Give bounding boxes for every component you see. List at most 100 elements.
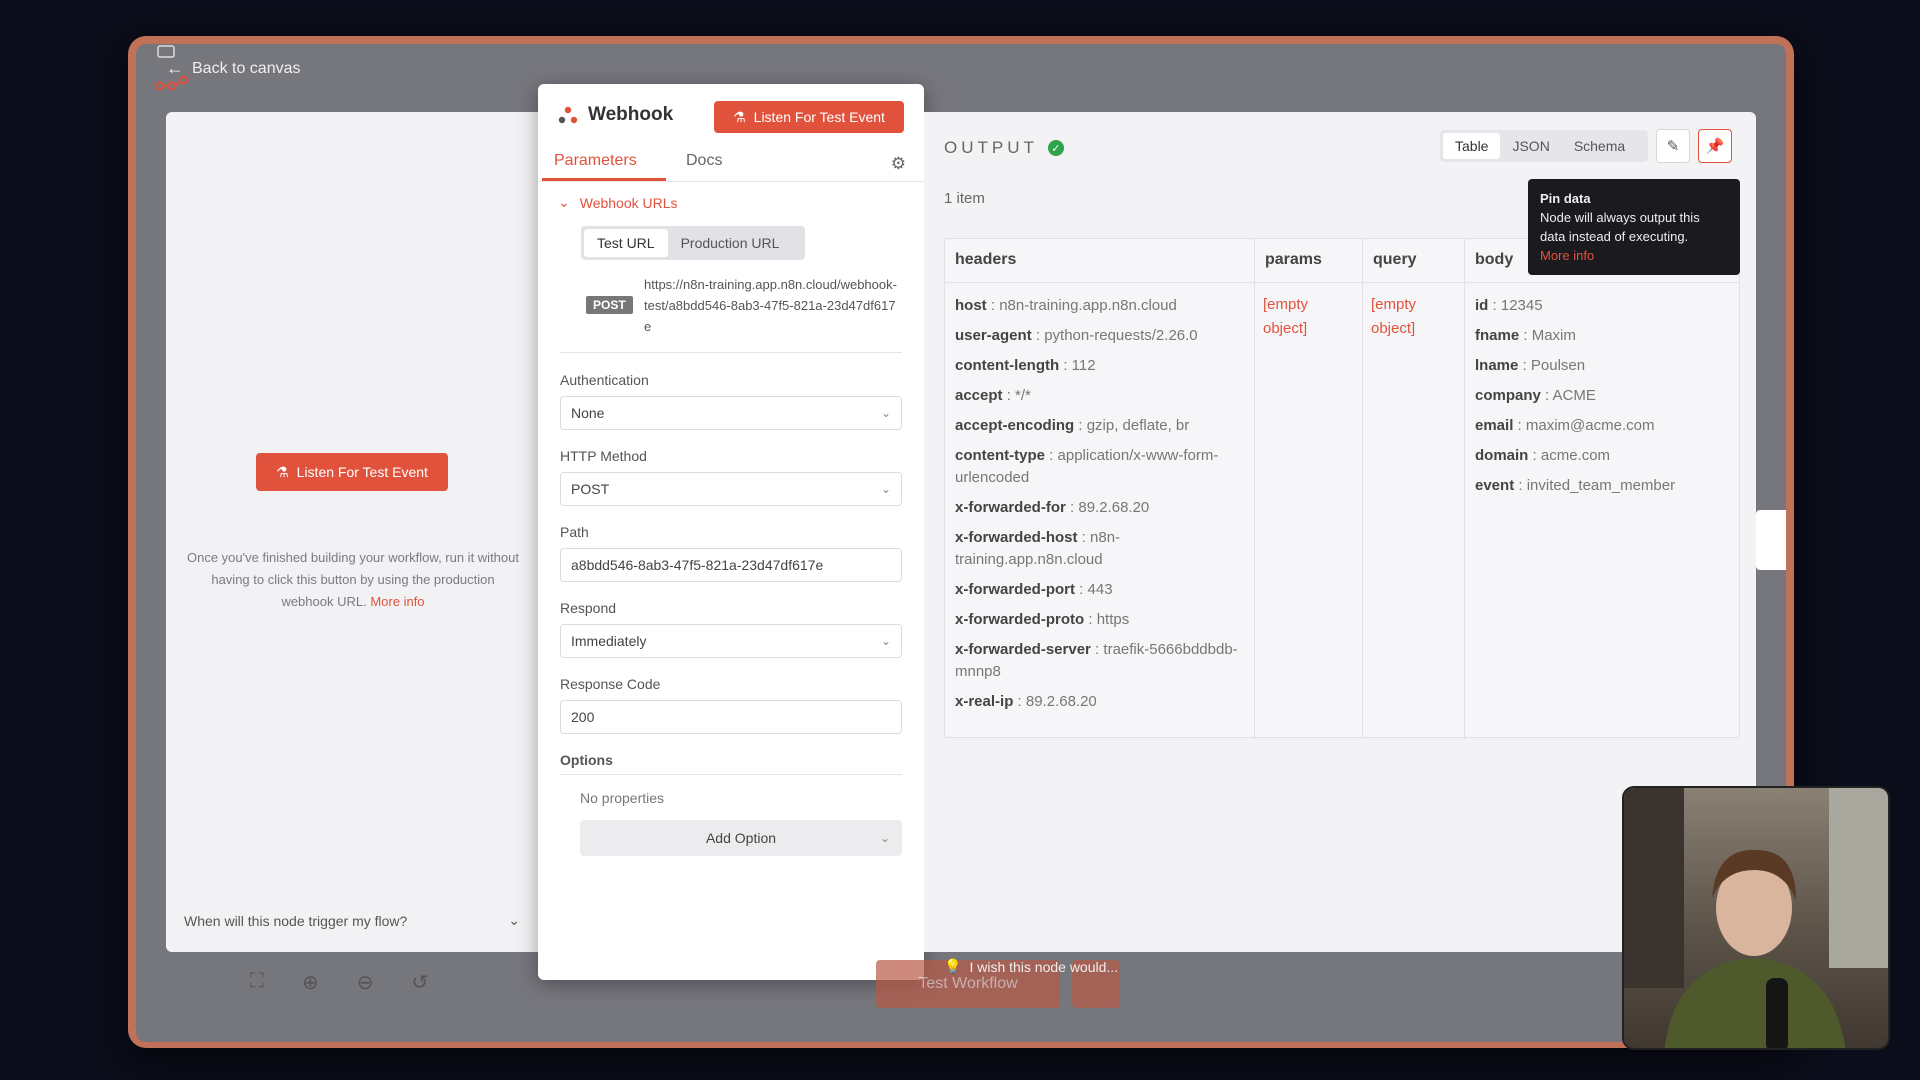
webhook-url[interactable]: https://n8n-training.app.n8n.cloud/webho…: [644, 274, 898, 337]
kv-key: fname: [1475, 327, 1520, 344]
kv-separator: :: [986, 297, 1000, 314]
kv-key: x-real-ip: [955, 693, 1014, 710]
divider: [560, 774, 902, 775]
kv-value: 112: [1071, 357, 1096, 374]
webcam-overlay: [1622, 786, 1890, 1050]
path-label: Path: [560, 524, 589, 540]
kv-row: email : maxim@acme.com: [1465, 415, 1739, 437]
url-type-switch: Test URL Production URL: [581, 226, 805, 260]
trigger-question-collapsible[interactable]: When will this node trigger my flow? ⌄: [184, 912, 520, 929]
feedback-text: I wish this node would...: [969, 958, 1119, 975]
kv-row: content-length : 112: [945, 355, 1254, 377]
more-info-link[interactable]: More info: [370, 594, 424, 609]
kv-key: domain: [1475, 447, 1529, 464]
pin-data-button[interactable]: 📌: [1698, 129, 1732, 163]
kv-value: 89.2.68.20: [1025, 693, 1097, 710]
kv-separator: :: [1488, 297, 1501, 314]
back-to-canvas-label: Back to canvas: [192, 59, 301, 77]
fit-view-icon[interactable]: ⛶: [250, 970, 264, 995]
kv-key: id: [1475, 297, 1489, 314]
trigger-question-label: When will this node trigger my flow?: [184, 912, 408, 929]
lightbulb-icon: 💡: [944, 958, 962, 974]
zoom-in-icon[interactable]: ⊕: [302, 970, 319, 995]
back-to-canvas-link[interactable]: ← Back to canvas: [166, 58, 301, 79]
query-column: query [empty object]: [1363, 239, 1465, 739]
http-method-select[interactable]: POST ⌄: [560, 472, 902, 506]
headers-list: host : n8n-training.app.n8n.cloud user-ag…: [945, 283, 1254, 713]
kv-key: accept-encoding: [955, 417, 1075, 434]
respond-select[interactable]: Immediately ⌄: [560, 624, 902, 658]
kv-row: x-forwarded-port : 443: [945, 579, 1254, 601]
listen-button-label: Listen For Test Event: [753, 109, 885, 125]
output-table: headers host : n8n-training.app.n8n.clou…: [944, 238, 1740, 739]
test-url-tab[interactable]: Test URL: [584, 229, 668, 257]
active-tab-underline: [542, 178, 666, 181]
kv-value: https: [1096, 611, 1130, 628]
kv-separator: :: [1002, 387, 1016, 404]
reset-zoom-icon[interactable]: ↺: [412, 970, 429, 995]
production-url-tab[interactable]: Production URL: [668, 229, 793, 257]
kv-key: x-forwarded-for: [955, 499, 1066, 516]
kv-separator: :: [1518, 357, 1531, 374]
path-input[interactable]: a8bdd546-8ab3-47f5-821a-23d47df617e: [560, 548, 902, 582]
kv-separator: :: [1519, 327, 1532, 344]
chevron-down-icon: ⌄: [879, 831, 890, 845]
kv-value: */*: [1015, 387, 1031, 404]
kv-separator: :: [1075, 581, 1088, 598]
view-table-button[interactable]: Table: [1443, 133, 1501, 159]
feedback-prompt[interactable]: 💡 I wish this node would...: [944, 958, 1118, 975]
divider: [560, 352, 902, 353]
response-code-label: Response Code: [560, 676, 661, 692]
view-json-button[interactable]: JSON: [1500, 133, 1561, 159]
arrow-left-icon: ←: [166, 58, 184, 78]
method-badge: POST: [586, 296, 633, 314]
kv-separator: :: [1077, 529, 1091, 546]
kv-key: host: [955, 297, 987, 314]
side-panel-edge: [1756, 510, 1786, 570]
response-code-input[interactable]: 200: [560, 700, 902, 734]
webhook-urls-toggle[interactable]: ⌄ Webhook URLs: [558, 194, 678, 211]
kv-row: domain : acme.com: [1465, 445, 1739, 467]
tab-parameters[interactable]: Parameters: [554, 152, 637, 170]
path-value: a8bdd546-8ab3-47f5-821a-23d47df617e: [571, 557, 824, 573]
listen-test-event-button-top[interactable]: ⚗ Listen For Test Event: [714, 101, 904, 133]
listen-test-event-button[interactable]: ⚗ Listen For Test Event: [256, 453, 448, 491]
tooltip-more-info-link[interactable]: More info: [1540, 246, 1728, 265]
add-option-button[interactable]: Add Option ⌄: [580, 820, 902, 856]
node-header: Webhook: [558, 104, 673, 126]
params-value: [empty object]: [1263, 296, 1309, 337]
authentication-select[interactable]: None ⌄: [560, 396, 902, 430]
kv-key: company: [1475, 387, 1541, 404]
http-method-value: POST: [571, 481, 610, 497]
kv-key: content-type: [955, 447, 1045, 464]
kv-value: Maxim: [1531, 327, 1576, 344]
gear-icon[interactable]: ⚙: [891, 154, 906, 174]
kv-row: lname : Poulsen: [1465, 355, 1739, 377]
kv-key: x-forwarded-proto: [955, 611, 1085, 628]
kv-separator: :: [1065, 499, 1079, 516]
kv-separator: :: [1528, 447, 1541, 464]
pin-data-tooltip: Pin data Node will always output this da…: [1528, 179, 1740, 275]
flask-icon: ⚗: [276, 463, 289, 480]
node-tabs: Parameters Docs ⚙: [538, 142, 924, 182]
body-list: id : 12345 fname : Maxim lname : Poulsen co…: [1465, 283, 1739, 497]
webhook-icon: [558, 106, 578, 124]
tab-docs[interactable]: Docs: [686, 152, 722, 170]
kv-value: acme.com: [1540, 447, 1611, 464]
kv-key: accept: [955, 387, 1003, 404]
webhook-urls-label: Webhook URLs: [579, 194, 678, 211]
pin-icon: 📌: [1705, 138, 1725, 155]
authentication-value: None: [571, 405, 605, 421]
pencil-icon: ✎: [1666, 138, 1680, 155]
output-header: OUTPUT ✓: [944, 138, 1064, 158]
kv-row: x-forwarded-server : traefik-5666bddbdb-…: [945, 639, 1254, 683]
edit-output-button[interactable]: ✎: [1656, 129, 1690, 163]
zoom-out-icon[interactable]: ⊖: [357, 970, 374, 995]
view-schema-button[interactable]: Schema: [1562, 133, 1637, 159]
tooltip-title: Pin data: [1540, 191, 1591, 206]
kv-value: 89.2.68.20: [1078, 499, 1150, 516]
kv-key: content-length: [955, 357, 1060, 374]
column-header: query: [1363, 239, 1464, 283]
kv-row: company : ACME: [1465, 385, 1739, 407]
kv-value: invited_team_member: [1526, 477, 1676, 494]
